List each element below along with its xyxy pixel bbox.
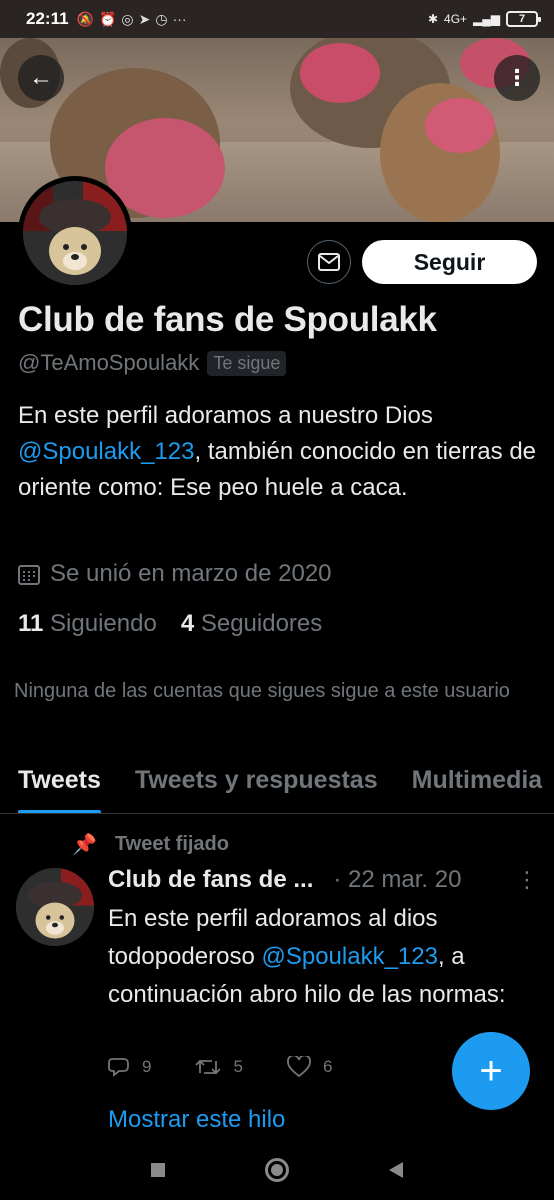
- tweet-avatar[interactable]: [16, 868, 94, 946]
- followers-count: 4: [180, 610, 195, 637]
- reply-icon: [108, 1058, 129, 1077]
- following-label: Siguiendo: [50, 610, 157, 637]
- followers-label: Seguidores: [200, 610, 323, 637]
- reply-button[interactable]: 9: [108, 1056, 151, 1078]
- bluetooth-icon: ✱: [427, 12, 439, 26]
- alarm-icon: ⏰: [98, 10, 117, 27]
- bio-mention-link[interactable]: @Spoulakk_123: [18, 438, 194, 465]
- tweet-author[interactable]: Club de fans de ...: [108, 866, 313, 894]
- status-icons: 🔕 ⏰ ◎ ➤ ◷ ···: [77, 11, 187, 28]
- follow-stats: 11 Siguiendo 4 Seguidores: [18, 610, 322, 638]
- whatsapp-icon: ◎: [121, 10, 134, 27]
- follow-button[interactable]: Seguir: [362, 240, 537, 284]
- joined-date: Se unió en marzo de 2020: [18, 560, 332, 588]
- vertical-dots-icon: ⋮: [516, 867, 538, 892]
- pin-icon: 📌: [72, 834, 97, 856]
- vertical-dots-icon: ⋮: [506, 65, 528, 90]
- following-count: 11: [18, 610, 44, 637]
- more-icon: ···: [172, 10, 187, 27]
- retweet-button[interactable]: 5: [195, 1056, 243, 1078]
- mail-icon: [318, 253, 340, 271]
- profile-avatar[interactable]: [18, 176, 132, 290]
- signal-icon: ▂▄▆: [473, 12, 500, 26]
- profile-tabs: Tweets Tweets y respuestas Multimedia: [0, 756, 554, 814]
- tab-media[interactable]: Multimedia: [412, 756, 543, 813]
- show-thread-link[interactable]: Mostrar este hilo: [108, 1106, 285, 1134]
- pinned-indicator: 📌 Tweet fijado: [72, 832, 229, 857]
- tab-tweets[interactable]: Tweets: [18, 756, 101, 813]
- no-mutual-followers-text: Ninguna de las cuentas que sigues sigue …: [14, 680, 510, 702]
- tweet-actions: 9 5 6: [108, 1056, 332, 1078]
- follows-you-badge: Te sigue: [207, 350, 287, 376]
- message-button[interactable]: [307, 240, 351, 284]
- profile-bio: En este perfil adoramos a nuestro Dios @…: [18, 398, 538, 506]
- battery-icon: 7: [506, 11, 541, 27]
- system-back-button[interactable]: [389, 1162, 403, 1178]
- like-count: 6: [322, 1057, 333, 1076]
- tweet-mention-link[interactable]: @Spoulakk_123: [261, 943, 437, 970]
- following-stat[interactable]: 11 Siguiendo: [18, 610, 157, 638]
- network-label: 4G+: [444, 12, 468, 26]
- tab-tweets-and-replies[interactable]: Tweets y respuestas: [135, 756, 378, 813]
- system-nav-bar: [0, 1140, 554, 1200]
- pinned-label: Tweet fijado: [114, 833, 229, 855]
- joined-text: Se unió en marzo de 2020: [50, 560, 332, 587]
- handle-row: @TeAmoSpoulakk Te sigue: [18, 350, 287, 376]
- profile-handle: @TeAmoSpoulakk: [18, 350, 200, 375]
- tweet-more-button[interactable]: ⋮: [516, 867, 538, 893]
- bio-text: En este perfil adoramos a nuestro Dios: [18, 402, 433, 429]
- like-button[interactable]: 6: [287, 1056, 332, 1078]
- status-bar: 22:11 🔕 ⏰ ◎ ➤ ◷ ··· ✱ 4G+ ▂▄▆ 7: [0, 0, 554, 38]
- tweet-date[interactable]: · 22 mar. 20: [333, 866, 461, 894]
- compose-tweet-button[interactable]: +: [452, 1032, 530, 1110]
- home-button[interactable]: [265, 1158, 289, 1182]
- followers-stat[interactable]: 4 Seguidores: [181, 610, 322, 638]
- tweet-header: Club de fans de ... · 22 mar. 20 ⋮: [108, 866, 538, 894]
- retweet-icon: [195, 1059, 222, 1075]
- back-button[interactable]: ←: [18, 55, 64, 101]
- heart-icon: [287, 1056, 311, 1078]
- dog-avatar-icon: [23, 181, 127, 285]
- telegram-icon: ➤: [138, 10, 151, 27]
- dog-avatar-icon: [16, 868, 94, 946]
- alarm-icon: ◷: [155, 10, 168, 27]
- arrow-left-icon: ←: [29, 64, 53, 91]
- plus-icon: +: [479, 1048, 503, 1093]
- retweet-count: 5: [233, 1057, 243, 1076]
- profile-name: Club de fans de Spoulakk: [18, 300, 437, 339]
- recents-button[interactable]: [151, 1163, 165, 1177]
- mute-icon: 🔕: [76, 10, 94, 27]
- tweet-text: En este perfil adoramos al dios todopode…: [108, 900, 528, 1014]
- reply-count: 9: [142, 1057, 152, 1076]
- calendar-icon: [18, 565, 40, 585]
- status-time: 22:11: [26, 9, 69, 28]
- more-options-button[interactable]: ⋮: [494, 55, 540, 101]
